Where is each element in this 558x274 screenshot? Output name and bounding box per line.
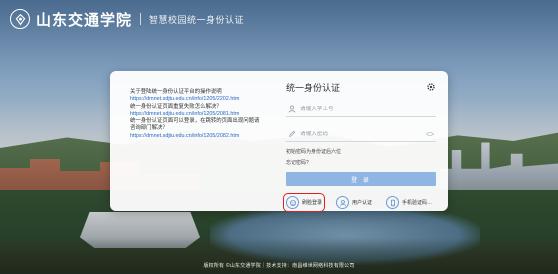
school-logo-text: 山东交通学院 xyxy=(36,10,133,29)
user-auth-label: 用户认证 xyxy=(352,200,373,206)
phone-code-label: 手机验证码… xyxy=(402,200,433,206)
password-input[interactable] xyxy=(300,131,420,137)
user-icon xyxy=(336,196,350,209)
login-title: 统一身份认证 xyxy=(286,83,341,93)
notice-link[interactable]: https://dmnet.sdjtu.edu.cn/info/1205/208… xyxy=(130,133,280,140)
forgot-password-link[interactable]: 忘记密码? xyxy=(286,159,436,166)
eye-icon[interactable] xyxy=(426,131,434,137)
user-auth-button[interactable]: 用户认证 xyxy=(336,196,372,209)
username-field[interactable] xyxy=(286,102,436,117)
notice-line: 咨询部门解决？ xyxy=(130,125,168,132)
face-login-button[interactable]: 刷脸登录 xyxy=(282,193,326,212)
site-header: 山东交通学院 智慧校园统一身份认证 xyxy=(10,9,244,29)
login-card: 关于登陆统一身份认证平台的操作说明 https://dmnet.sdjtu.ed… xyxy=(110,71,448,212)
login-button[interactable]: 登 录 xyxy=(286,172,436,186)
gear-icon[interactable] xyxy=(426,82,436,92)
notice-link[interactable]: https://dmnet.sdjtu.edu.cn/info/1205/220… xyxy=(130,96,280,103)
notice-line: 关于登陆统一身份认证平台的操作说明 xyxy=(130,89,222,95)
header-subtitle: 智慧校园统一身份认证 xyxy=(149,14,245,25)
login-panel: 统一身份认证 初始密码为身份证后六位 忘记密码? 登 录 xyxy=(282,79,436,212)
face-icon xyxy=(286,196,299,209)
face-login-label: 刷脸登录 xyxy=(302,200,323,206)
notice-line: 统一身份认证页面重复失败怎么解决？ xyxy=(130,103,222,110)
school-emblem-icon xyxy=(10,9,30,29)
pencil-icon xyxy=(289,130,296,137)
notice-panel: 关于登陆统一身份认证平台的操作说明 https://dmnet.sdjtu.ed… xyxy=(130,89,280,140)
phone-icon xyxy=(386,196,400,209)
page-footer: 版权所有 ©山东交通学院｜技术支持：南昌维世网络科技有限公司 xyxy=(203,263,355,269)
username-input[interactable] xyxy=(300,106,420,112)
initial-password-hint: 初始密码为身份证后六位 xyxy=(286,149,342,155)
alternative-login-row: 刷脸登录 用户认证 手机验证码… xyxy=(282,193,436,212)
header-divider xyxy=(140,13,142,25)
user-icon xyxy=(288,105,296,113)
password-field[interactable] xyxy=(286,127,436,142)
phone-code-button[interactable]: 手机验证码… xyxy=(386,196,432,209)
